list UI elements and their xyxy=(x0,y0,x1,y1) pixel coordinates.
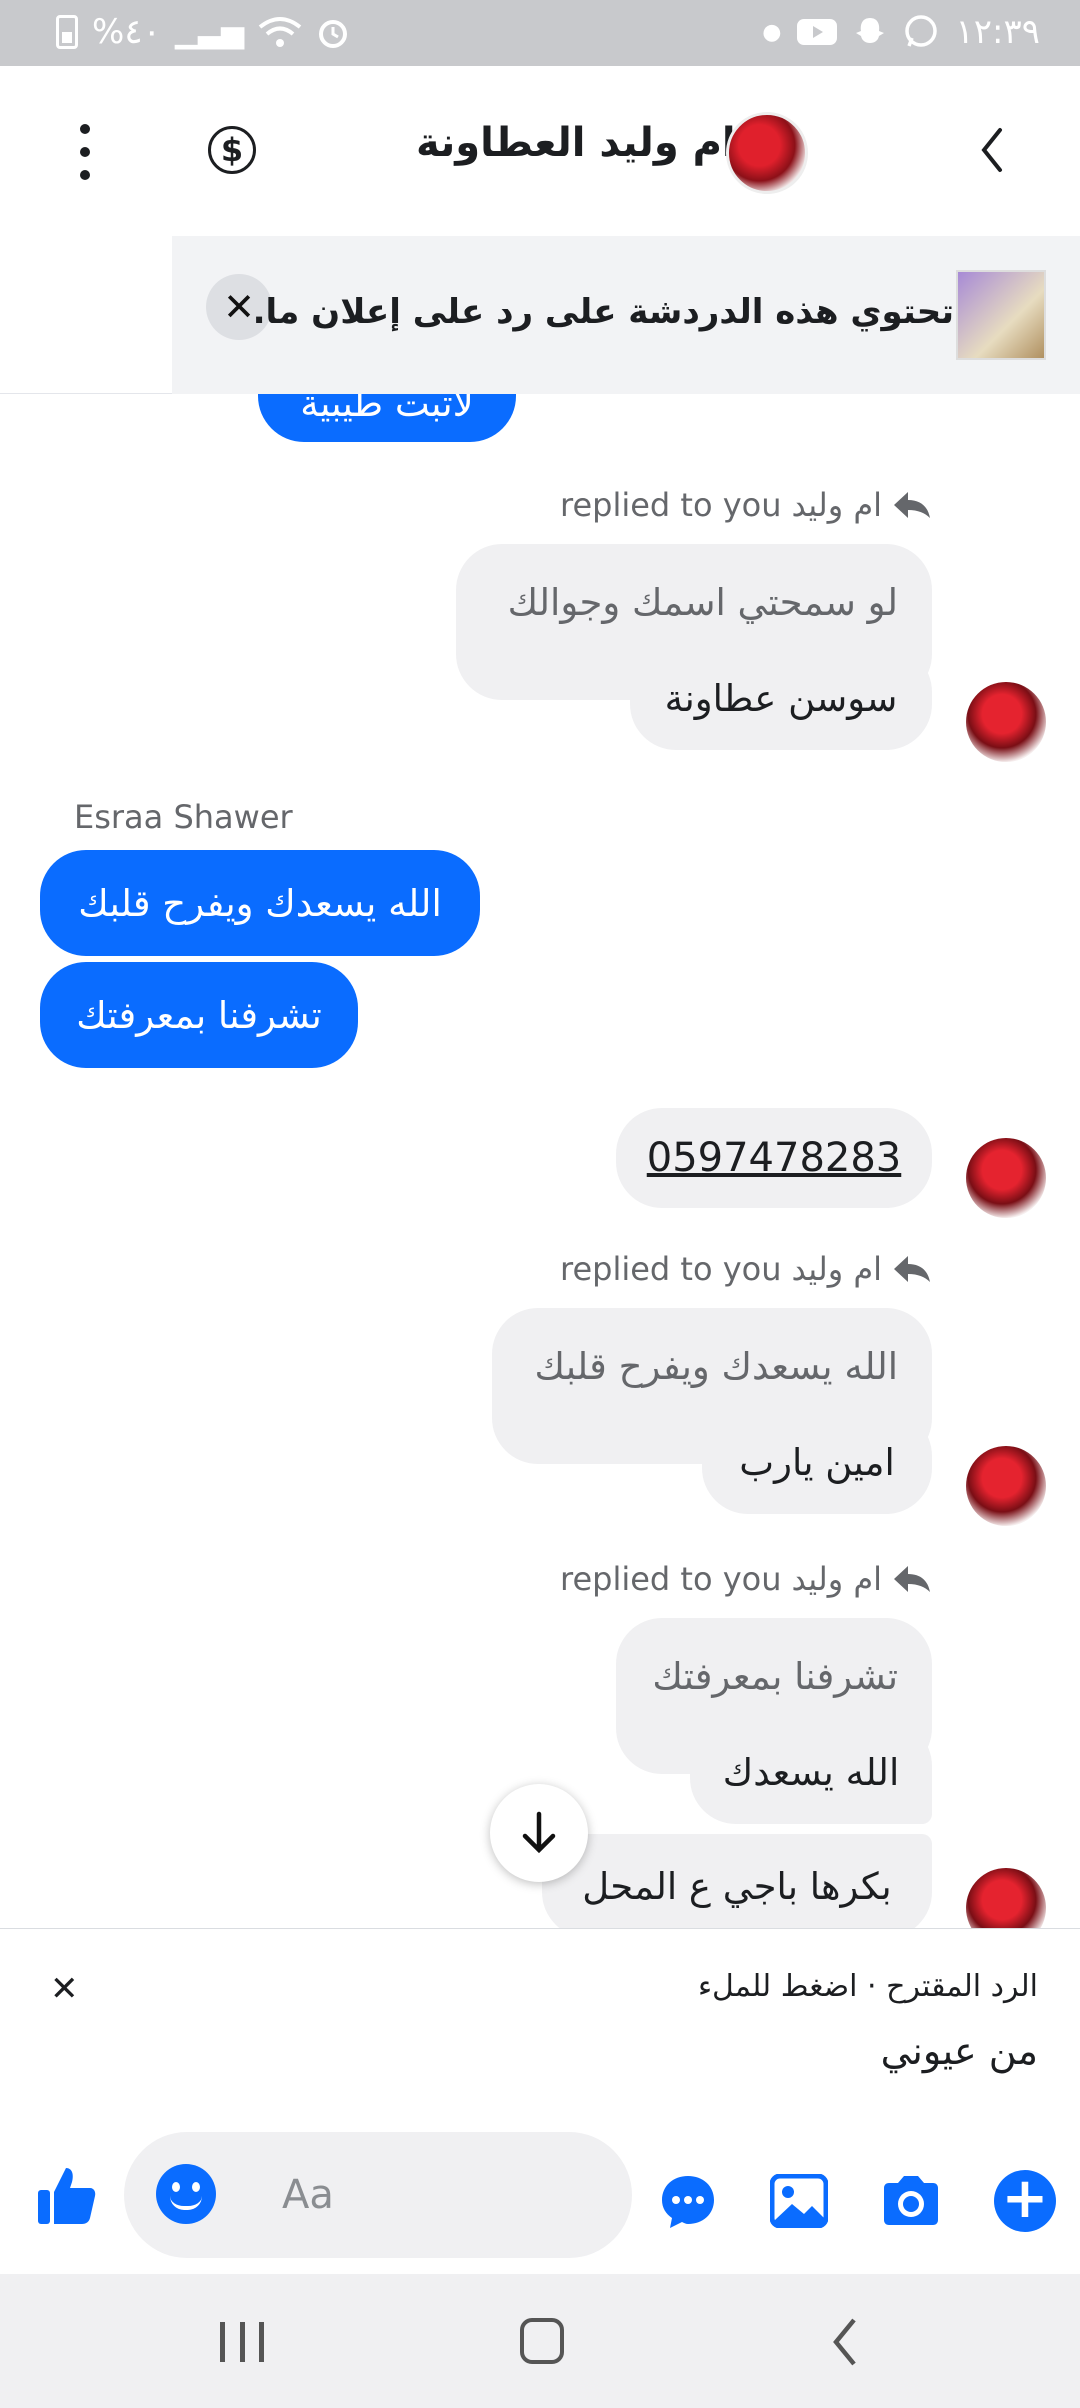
battery-level: %٤٠ xyxy=(92,12,161,52)
back-chevron-icon[interactable] xyxy=(972,120,1012,180)
contact-name[interactable]: ام وليد العطاونة xyxy=(416,120,736,166)
message-composer: Aa + xyxy=(0,2128,1080,2274)
gallery-icon[interactable] xyxy=(770,2174,828,2228)
more-vertical-icon[interactable] xyxy=(70,124,100,180)
suggested-reply-panel[interactable]: ✕ الرد المقترح · اضغط للملء من عيوني xyxy=(0,1928,1080,2128)
whatsapp-icon xyxy=(905,15,938,47)
plus-icon[interactable]: + xyxy=(994,2170,1056,2232)
signal-icon: ▁▃▅ xyxy=(174,14,245,50)
like-icon[interactable] xyxy=(36,2164,98,2226)
reply-arrow-icon xyxy=(894,492,931,518)
ad-banner[interactable]: ✕ تحتوي هذه الدردشة على رد على إعلان ما. xyxy=(172,236,1080,394)
home-icon[interactable] xyxy=(520,2318,564,2364)
message-bubble[interactable]: الله يسعدك ويفرح قلبك xyxy=(40,850,480,956)
message-input-placeholder: Aa xyxy=(282,2172,334,2218)
avatar[interactable] xyxy=(966,1446,1046,1526)
alarm-icon xyxy=(319,20,348,48)
ad-banner-spacer xyxy=(0,236,172,394)
dot-icon: ● xyxy=(762,19,782,45)
phone-number-link[interactable]: 0597478283 xyxy=(616,1108,932,1208)
reply-label: replied to you ام وليد xyxy=(560,1560,932,1598)
arrow-down-icon xyxy=(522,1811,556,1854)
system-navigation-bar xyxy=(0,2274,1080,2408)
message-bubble[interactable]: بكرها باجي ع المحل xyxy=(542,1834,932,1928)
ad-thumbnail xyxy=(956,270,1046,360)
recent-apps-icon[interactable] xyxy=(220,2322,264,2362)
message-bubble[interactable]: تشرفنا بمعرفتك xyxy=(40,962,358,1068)
reply-label: replied to you ام وليد xyxy=(560,486,932,524)
youtube-icon xyxy=(797,19,838,45)
contact-avatar[interactable] xyxy=(726,112,808,194)
emoji-icon[interactable] xyxy=(156,2164,216,2224)
avatar[interactable] xyxy=(966,1868,1046,1928)
message-bubble[interactable]: سوسن عطاونة xyxy=(630,646,932,750)
status-left: %٤٠ ▁▃▅ xyxy=(56,12,350,52)
clock: ١٢:٣٩ xyxy=(955,12,1040,52)
avatar[interactable] xyxy=(966,682,1046,762)
chat-bubble-icon[interactable] xyxy=(658,2172,718,2232)
message-bubble[interactable]: الله يسعدك xyxy=(690,1720,932,1824)
ad-banner-text: تحتوي هذه الدردشة على رد على إعلان ما. xyxy=(252,292,954,332)
message-input[interactable]: Aa xyxy=(124,2132,632,2258)
close-icon[interactable]: ✕ xyxy=(50,1969,79,2009)
wifi-icon xyxy=(258,17,302,47)
conversation-header: $ ام وليد العطاونة xyxy=(0,66,1080,236)
reply-arrow-icon xyxy=(894,1566,931,1592)
message-bubble[interactable]: امين يارب xyxy=(702,1410,932,1514)
reply-arrow-icon xyxy=(894,1256,931,1282)
scroll-to-bottom-button[interactable] xyxy=(490,1784,588,1882)
message-bubble-partial[interactable]: لاتبت طيبية xyxy=(258,394,516,442)
battery-icon xyxy=(56,15,78,49)
sender-name: Esraa Shawer xyxy=(74,798,293,836)
camera-icon[interactable] xyxy=(880,2174,942,2228)
snapchat-icon xyxy=(856,18,885,43)
status-bar: %٤٠ ▁▃▅ ● ١٢:٣٩ xyxy=(0,0,1080,66)
dollar-icon[interactable]: $ xyxy=(208,126,256,174)
message-list[interactable]: لاتبت طيبية replied to you ام وليد لو سم… xyxy=(0,394,1080,1928)
suggested-reply-header: الرد المقترح · اضغط للملء xyxy=(697,1969,1038,2004)
reply-label: replied to you ام وليد xyxy=(560,1250,932,1288)
suggested-reply-text[interactable]: من عيوني xyxy=(881,2029,1038,2073)
avatar[interactable] xyxy=(966,1138,1046,1218)
back-icon[interactable] xyxy=(830,2316,860,2368)
status-right: ● ١٢:٣٩ xyxy=(762,12,1040,52)
